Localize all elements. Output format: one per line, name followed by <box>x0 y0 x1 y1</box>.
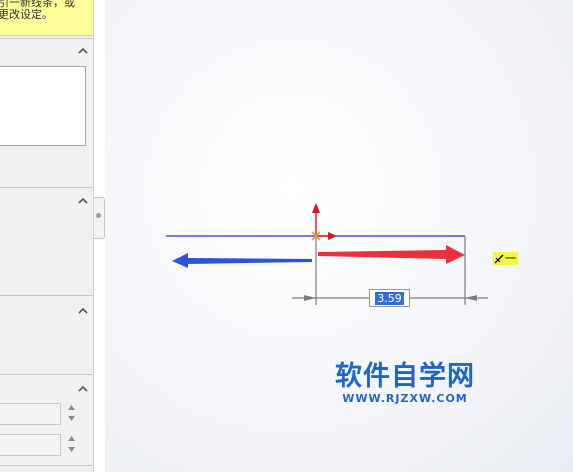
relation-label: 一 <box>505 252 516 265</box>
sketch-overlay <box>166 203 488 305</box>
direction-arrow-right <box>318 245 465 264</box>
dimension-value[interactable]: 3.59 <box>375 291 404 305</box>
horizontal-relation-badge[interactable]: 一 <box>493 252 518 265</box>
watermark-title: 软件自学网 <box>335 361 475 392</box>
horizontal-relation-icon <box>494 254 504 264</box>
origin-icon <box>311 203 337 241</box>
direction-arrow-left <box>172 253 312 268</box>
watermark-url: WWW.RJZXW.COM <box>342 392 468 405</box>
dimension-value-box[interactable]: 3.59 <box>369 289 410 307</box>
watermark: 软件自学网 WWW.RJZXW.COM <box>330 362 480 406</box>
